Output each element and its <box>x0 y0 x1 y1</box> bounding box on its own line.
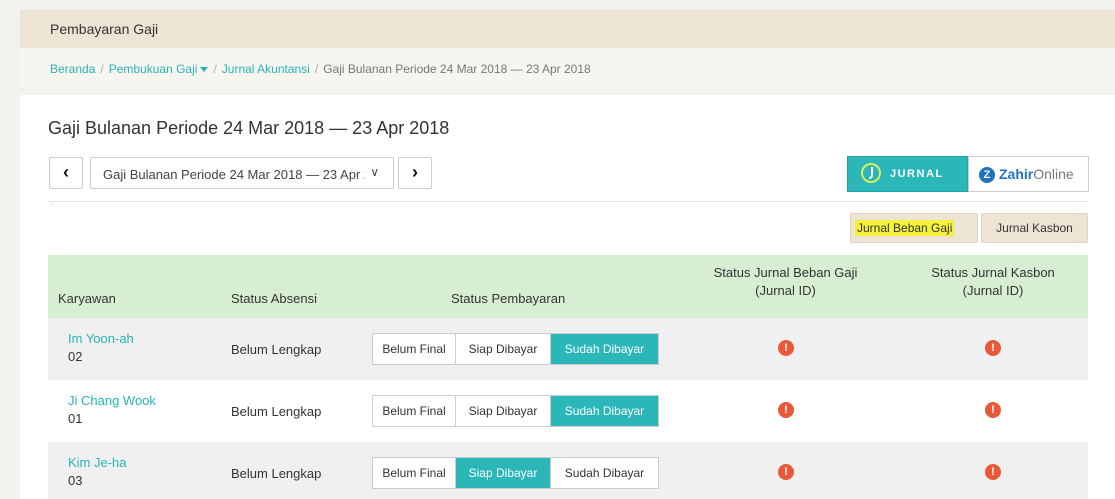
employee-code: 01 <box>68 411 83 426</box>
jurnal-kasbon-button[interactable]: Jurnal Kasbon <box>981 213 1088 243</box>
chevron-right-icon: › <box>412 162 418 182</box>
header-status-jurnal-kasbon: Status Jurnal Kasbon (Jurnal ID) <box>931 265 1055 298</box>
period-select-value: Gaji Bulanan Periode 24 Mar 2018 — 23 Ap… <box>103 167 365 182</box>
breadcrumb-separator: / <box>314 62 319 76</box>
table-row: Ji Chang Wook 01 Belum Lengkap Belum Fin… <box>48 380 1088 442</box>
chevron-down-icon: ∨ <box>370 165 379 179</box>
jurnal-logo-button[interactable]: JURNAL <box>847 156 968 192</box>
breadcrumb-separator: / <box>100 62 104 76</box>
breadcrumb-pembukuan-gaji[interactable]: Pembukuan Gaji <box>109 62 209 76</box>
status-absensi: Belum Lengkap <box>231 342 322 357</box>
header-status-absensi: Status Absensi <box>231 291 317 306</box>
belum-final-button[interactable]: Belum Final <box>373 334 456 364</box>
table-row: Kim Je-ha 03 Belum Lengkap Belum Final S… <box>48 442 1088 499</box>
breadcrumb-pembukuan-gaji-label: Pembukuan Gaji <box>108 62 198 76</box>
belum-final-button[interactable]: Belum Final <box>373 396 456 426</box>
jurnal-beban-gaji-button[interactable]: Jurnal Beban Gaji <box>850 213 978 243</box>
main-panel: Gaji Bulanan Periode 24 Mar 2018 — 23 Ap… <box>20 95 1115 499</box>
zahir-online-logo-button[interactable]: Z ZahirOnline <box>968 156 1089 192</box>
siap-dibayar-button[interactable]: Siap Dibayar <box>456 334 551 364</box>
employee-name-link[interactable]: Ji Chang Wook <box>68 393 156 408</box>
sudah-dibayar-button[interactable]: Sudah Dibayar <box>551 334 658 364</box>
jurnal-beban-gaji-label: Jurnal Beban Gaji <box>855 220 955 236</box>
breadcrumb-beranda[interactable]: Beranda <box>50 62 95 76</box>
siap-dibayar-button[interactable]: Siap Dibayar <box>456 458 551 488</box>
header-status-jurnal-beban: Status Jurnal Beban Gaji (Jurnal ID) <box>713 265 858 298</box>
table-row: Im Yoon-ah 02 Belum Lengkap Belum Final … <box>48 318 1088 380</box>
breadcrumb: Beranda / Pembukuan Gaji / Jurnal Akuntansi /… <box>20 48 1115 88</box>
employee-name-link[interactable]: Im Yoon-ah <box>68 331 134 346</box>
alert-icon[interactable]: ! <box>778 402 794 418</box>
jurnal-logo-label: JURNAL <box>890 168 944 180</box>
payment-status-toggle: Belum Final Siap Dibayar Sudah Dibayar <box>372 333 659 365</box>
sudah-dibayar-button[interactable]: Sudah Dibayar <box>551 396 658 426</box>
table-header: Karyawan Status Absensi Status Pembayara… <box>48 255 1088 318</box>
divider <box>48 201 1088 202</box>
employee-name-link[interactable]: Kim Je-ha <box>68 455 127 470</box>
zahir-logo-label: ZahirOnline <box>999 166 1074 182</box>
status-absensi: Belum Lengkap <box>231 466 322 481</box>
status-absensi: Belum Lengkap <box>231 404 322 419</box>
caret-down-icon <box>200 67 209 73</box>
page-header-title: Pembayaran Gaji <box>50 21 159 37</box>
breadcrumb-current: Gaji Bulanan Periode 24 Mar 2018 — 23 Ap… <box>323 62 591 76</box>
header-karyawan: Karyawan <box>58 291 116 306</box>
page-header: Pembayaran Gaji <box>20 10 1115 48</box>
sudah-dibayar-button[interactable]: Sudah Dibayar <box>551 458 658 488</box>
alert-icon[interactable]: ! <box>985 464 1001 480</box>
chevron-left-icon: ‹ <box>63 162 69 182</box>
alert-icon[interactable]: ! <box>985 340 1001 356</box>
employee-code: 03 <box>68 473 83 488</box>
zahir-logo-icon: Z <box>979 167 995 183</box>
siap-dibayar-button[interactable]: Siap Dibayar <box>456 396 551 426</box>
breadcrumb-separator: / <box>213 62 217 76</box>
alert-icon[interactable]: ! <box>778 340 794 356</box>
prev-period-button[interactable]: ‹ <box>49 157 83 189</box>
breadcrumb-jurnal-akuntansi[interactable]: Jurnal Akuntansi <box>222 62 310 76</box>
jurnal-logo-icon <box>861 163 881 183</box>
period-select[interactable]: Gaji Bulanan Periode 24 Mar 2018 — 23 Ap… <box>90 157 394 189</box>
employee-code: 02 <box>68 349 83 364</box>
payment-status-toggle: Belum Final Siap Dibayar Sudah Dibayar <box>372 395 659 427</box>
alert-icon[interactable]: ! <box>778 464 794 480</box>
payment-status-toggle: Belum Final Siap Dibayar Sudah Dibayar <box>372 457 659 489</box>
alert-icon[interactable]: ! <box>985 402 1001 418</box>
next-period-button[interactable]: › <box>398 157 432 189</box>
belum-final-button[interactable]: Belum Final <box>373 458 456 488</box>
page-title: Gaji Bulanan Periode 24 Mar 2018 — 23 Ap… <box>48 118 450 138</box>
header-status-pembayaran: Status Pembayaran <box>451 291 566 306</box>
